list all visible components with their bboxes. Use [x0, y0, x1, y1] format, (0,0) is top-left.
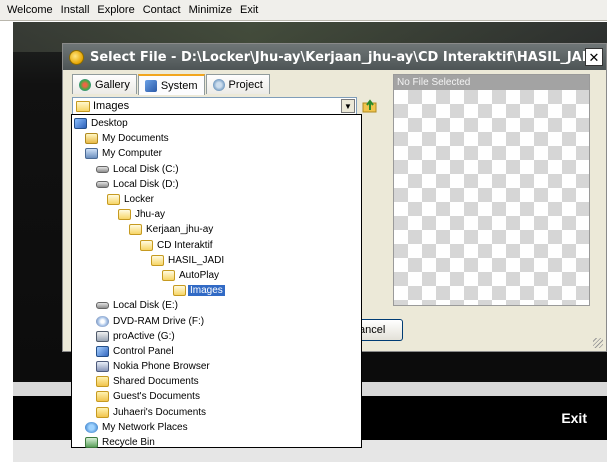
tree-item[interactable]: My Documents — [72, 131, 361, 146]
tree-item[interactable]: HASIL_JADI — [72, 253, 361, 268]
tab-gallery-label: Gallery — [95, 78, 130, 91]
nokia-icon — [96, 361, 109, 373]
system-icon — [144, 79, 157, 92]
tree-item-label: HASIL_JADI — [168, 254, 225, 266]
tree-item[interactable]: My Network Places — [72, 420, 361, 435]
folder-open-icon — [107, 194, 120, 206]
tree-item-label: Juhaeri's Documents — [113, 406, 207, 418]
tree-item[interactable]: Shared Documents — [72, 374, 361, 389]
tree-item-label: CD Interaktif — [157, 239, 213, 251]
menu-install[interactable]: Install — [57, 4, 94, 16]
dvd-icon — [96, 315, 109, 327]
tree-item-label: Images — [188, 285, 225, 297]
gallery-icon — [79, 78, 91, 91]
tree-item[interactable]: Images — [72, 283, 361, 298]
dialog-title: Select File - D:\Locker\Jhu-ay\Kerjaan_j… — [90, 49, 590, 65]
tree-item[interactable]: Kerjaan_jhu-ay — [72, 222, 361, 237]
desktop-icon — [74, 118, 87, 130]
preview-header: No File Selected — [394, 75, 589, 90]
tree-item[interactable]: Nokia Phone Browser — [72, 359, 361, 374]
tab-gallery[interactable]: Gallery — [72, 74, 137, 94]
folder-open-icon — [151, 254, 164, 266]
tree-item-label: Recycle Bin — [102, 437, 155, 449]
tab-system[interactable]: System — [137, 74, 205, 95]
disk-icon — [96, 302, 109, 310]
dialog-titlebar[interactable]: Select File - D:\Locker\Jhu-ay\Kerjaan_j… — [63, 44, 606, 70]
tree-item[interactable]: Local Disk (C:) — [72, 162, 361, 177]
tree-item[interactable]: Local Disk (E:) — [72, 298, 361, 313]
folder-open-icon — [173, 285, 186, 297]
menu-exit[interactable]: Exit — [236, 4, 262, 16]
tab-project-label: Project — [228, 78, 263, 91]
up-folder-icon — [362, 99, 377, 113]
tree-item-label: Nokia Phone Browser — [113, 361, 210, 373]
tree-item[interactable]: Control Panel — [72, 344, 361, 359]
tree-item[interactable]: CD Interaktif — [72, 238, 361, 253]
tree-item-label: My Computer — [102, 148, 163, 160]
tree-item-label: DVD-RAM Drive (F:) — [113, 315, 205, 327]
tree-item-label: Guest's Documents — [113, 391, 200, 403]
tree-item[interactable]: proActive (G:) — [72, 329, 361, 344]
tab-system-label: System — [160, 79, 198, 92]
tree-item[interactable]: Guest's Documents — [72, 389, 361, 404]
my-computer-icon — [85, 148, 98, 160]
menu-minimize[interactable]: Minimize — [185, 4, 236, 16]
tree-item-label: Local Disk (D:) — [113, 178, 179, 190]
recycle-bin-icon — [85, 437, 98, 449]
tree-item[interactable]: Local Disk (D:) — [72, 177, 361, 192]
app-menu-bar: Welcome Install Explore Contact Minimize… — [0, 0, 607, 21]
exit-button[interactable]: Exit — [561, 410, 587, 426]
disk-icon — [96, 165, 109, 173]
tree-item[interactable]: My Computer — [72, 146, 361, 161]
tree-item[interactable]: AutoPlay — [72, 268, 361, 283]
tree-item[interactable]: Juhaeri's Documents — [72, 405, 361, 420]
menu-explore[interactable]: Explore — [93, 4, 138, 16]
folder-combo[interactable]: Images ▼ — [72, 97, 357, 115]
folder-icon — [96, 406, 109, 418]
file-preview: No File Selected — [393, 74, 590, 306]
resize-grip[interactable] — [593, 338, 603, 348]
tree-item-label: My Documents — [102, 133, 169, 145]
source-tabs: Gallery System Project — [72, 74, 271, 95]
folder-open-icon — [140, 239, 153, 251]
project-icon — [212, 78, 225, 91]
up-folder-button[interactable] — [361, 97, 379, 115]
tree-item-label: Locker — [124, 194, 155, 206]
preview-transparency-grid — [394, 90, 589, 305]
tree-item[interactable]: DVD-RAM Drive (F:) — [72, 313, 361, 328]
tree-item-label: Shared Documents — [113, 376, 199, 388]
tree-item[interactable]: Jhu-ay — [72, 207, 361, 222]
tree-item[interactable]: Locker — [72, 192, 361, 207]
tree-item-label: Kerjaan_jhu-ay — [146, 224, 214, 236]
folder-open-icon — [76, 100, 90, 112]
tree-item[interactable]: Desktop — [72, 116, 361, 131]
tree-item-label: Desktop — [91, 118, 128, 130]
folder-icon — [96, 391, 109, 403]
tree-item-label: proActive (G:) — [113, 330, 175, 342]
drive-icon — [96, 330, 109, 342]
folder-open-icon — [129, 224, 142, 236]
chevron-down-icon[interactable]: ▼ — [341, 99, 355, 113]
menu-welcome[interactable]: Welcome — [3, 4, 57, 16]
my-documents-icon — [85, 133, 98, 145]
folder-open-icon — [162, 269, 175, 281]
disk-icon — [96, 180, 109, 188]
tree-item-label: Jhu-ay — [135, 209, 166, 221]
app-logo-icon — [69, 49, 84, 65]
close-button[interactable]: ✕ — [585, 48, 603, 66]
tree-item[interactable]: Recycle Bin — [72, 435, 361, 450]
tree-item-label: My Network Places — [102, 421, 188, 433]
tree-item-label: Local Disk (C:) — [113, 163, 179, 175]
folder-open-icon — [118, 209, 131, 221]
tree-item-label: Local Disk (E:) — [113, 300, 179, 312]
control-panel-icon — [96, 345, 109, 357]
tree-item-label: Control Panel — [113, 345, 174, 357]
folder-combo-value: Images — [93, 100, 130, 112]
tree-item-label: AutoPlay — [179, 269, 220, 281]
folder-icon — [96, 376, 109, 388]
tab-project[interactable]: Project — [205, 74, 270, 94]
network-icon — [85, 421, 98, 433]
folder-dropdown-list: Desktop My Documents My Computer Local Disk… — [71, 114, 362, 450]
menu-contact[interactable]: Contact — [139, 4, 185, 16]
